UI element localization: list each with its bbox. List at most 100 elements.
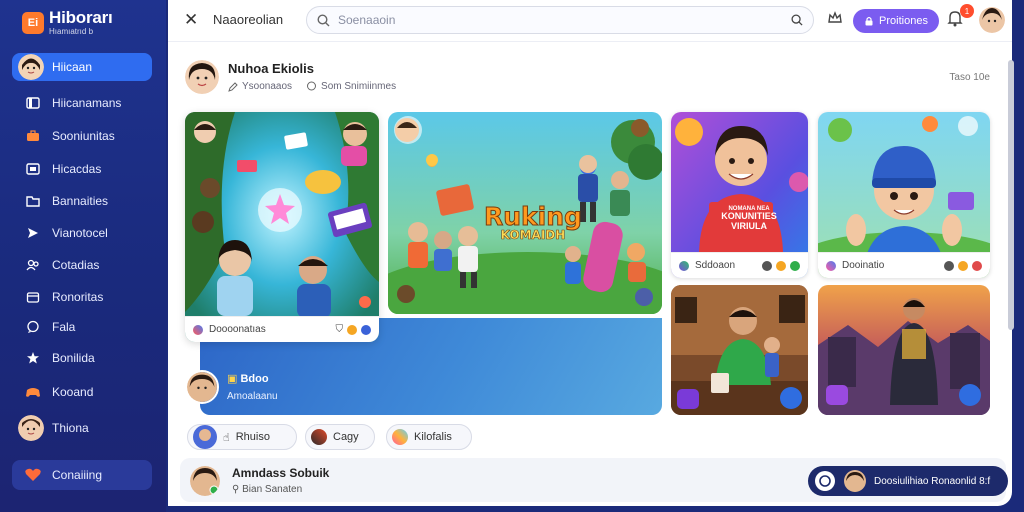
chip-label: Cagy [333,431,359,443]
post-more[interactable]: Taso 10e [949,72,990,83]
sidebar-item-6[interactable]: Cotadias [12,251,152,279]
sidebar-item-label: Kooand [52,385,94,399]
avatar-banner: NOMANA NEA KONUNITIES VIRIULA [709,206,789,231]
people-icon [22,254,44,276]
search-submit-icon[interactable] [791,14,803,26]
brand-logo[interactable]: Ei Hiborarı Hıamıatrıd b [22,9,113,36]
tv-icon [22,158,44,180]
bottom-status-pill[interactable]: Doosiulihiao Ronaonlid 8:f [808,466,1008,496]
user-avatar [18,415,44,441]
sidebar-item-11[interactable]: Thiona [12,414,152,442]
clock-icon[interactable] [944,260,954,271]
profile-avatar[interactable] [979,7,1005,33]
comment-icon [307,81,317,91]
sidebar-item-label: Vianotocel [52,226,108,240]
page-title: Naaoreolian [213,12,284,27]
clock-icon[interactable] [762,260,772,271]
chip-rhuiso[interactable]: ☝ Rhuiso [187,424,297,450]
streamer-sub: Amoalaanu [227,391,278,402]
bookmark-icon [22,92,44,114]
sidebar-item-10[interactable]: Kooand [12,378,152,406]
globe-icon[interactable] [790,260,800,271]
reaction-icon [679,260,689,271]
sidebar-item-5[interactable]: Vianotocel [12,219,152,247]
user-avatar [18,54,44,80]
bottom-bar: Amndass Sobuik ⚲ Bian Sanaten Doosiulihi… [180,458,1008,502]
close-icon[interactable]: ✕ [184,10,198,30]
author-name[interactable]: Nuhoa Ekiolis [228,61,314,76]
streamer-name: ▣ Bdoo [227,372,278,385]
calendar-icon [22,286,44,308]
sidebar-item-7[interactable]: Ronoritas [12,283,152,311]
sidebar-item-4[interactable]: Bannaities [12,187,152,215]
search-box[interactable] [306,6,814,34]
bottom-user-name[interactable]: Amndass Sobuik [232,466,329,480]
brand-name: Hiborarı [49,8,113,27]
sidebar-item-12[interactable]: Conaiiing [12,460,152,490]
gamepad-icon [22,381,44,403]
user-avatar[interactable] [190,466,220,496]
adventure-footer: Doooonatıas ⛉ [185,316,379,342]
heart-hands-icon [22,464,44,486]
chip-icon [392,429,408,445]
chip-kilofalis[interactable]: Kilofalis [386,424,472,450]
shield-icon[interactable]: ⛉ [336,324,344,335]
avatar-footer-label: Sddoaon [695,260,736,271]
sidebar-item-label: Hicacdas [52,162,102,176]
game-card[interactable]: Ruking KOMAIDH [388,112,662,314]
game-title: Ruking KOMAIDH [484,202,583,242]
heart-icon[interactable] [972,260,982,271]
adventure-footer-label: Doooonatıas [209,324,266,335]
sidebar-item-label: Conaiiing [52,468,103,482]
emoji-icon[interactable] [347,324,357,335]
author-avatar[interactable] [185,60,219,94]
avatar-card[interactable]: NOMANA NEA KONUNITIES VIRIULA Sddoaon [671,112,808,278]
sidebar-item-home[interactable]: Hiicaan [12,53,152,81]
beanie-card[interactable]: Dooinatio [818,112,990,278]
emoji-icon[interactable] [776,260,786,271]
sidebar-item-9[interactable]: Bonilida [12,344,152,372]
post-meta: Ysoonaaos Som Snimiinmes [228,81,396,92]
lock-icon [815,471,835,491]
reaction-icon [193,324,203,335]
meta-right[interactable]: Som Snimiinmes [306,81,396,92]
stream-user[interactable]: ▣ Bdoo Amoalaanu [185,370,278,404]
sidebar-item-8[interactable]: Fala [12,313,152,341]
sidebar: Ei Hiborarı Hıamıatrıd b Hiicaan Hiicana… [0,0,166,512]
premium-label: Proitiones [879,15,928,27]
briefcase-icon [22,125,44,147]
sidebar-item-label: Hiicaan [52,60,93,74]
share-icon[interactable] [361,324,371,335]
meta-left[interactable]: Ysoonaaos [228,81,292,92]
meta-right-label: Som Snimiinmes [321,81,397,92]
cafe-illustration [671,285,808,415]
search-icon [317,13,330,26]
search-input[interactable] [338,13,791,27]
chat-icon [22,316,44,338]
sidebar-item-label: Ronoritas [52,290,104,304]
footer-reactions [762,260,800,271]
scrollbar[interactable] [1008,60,1014,330]
dancer-card[interactable] [818,285,990,415]
sidebar-item-2[interactable]: Sooniunitas [12,122,152,150]
adventure-card[interactable]: Doooonatıas ⛉ [185,112,379,342]
sidebar-item-label: Fala [52,320,76,334]
game-title-line1: Ruking [484,202,583,231]
chip-cagy[interactable]: Cagy [305,424,375,450]
chip-label: Kilofalis [414,431,452,443]
brand-tagline: Hıamıatrıd b [49,27,94,36]
sidebar-item-label: Cotadias [52,258,100,272]
pill-avatar [844,470,866,492]
sidebar-item-3[interactable]: Hicacdas [12,155,152,183]
chip-icon [311,429,327,445]
sidebar-item-label: Hiicanamans [52,96,122,110]
crown-icon[interactable] [827,10,843,26]
sidebar-item-label: Bonilida [52,351,95,365]
bottom-user-sub: ⚲ Bian Sanaten [232,484,302,495]
emoji-icon[interactable] [958,260,968,271]
dancer-illustration [818,285,990,415]
premium-button[interactable]: Proitiones [853,9,939,33]
cafe-card[interactable] [671,285,808,415]
sidebar-item-1[interactable]: Hiicanamans [12,89,152,117]
sidebar-item-label: Sooniunitas [52,129,115,143]
